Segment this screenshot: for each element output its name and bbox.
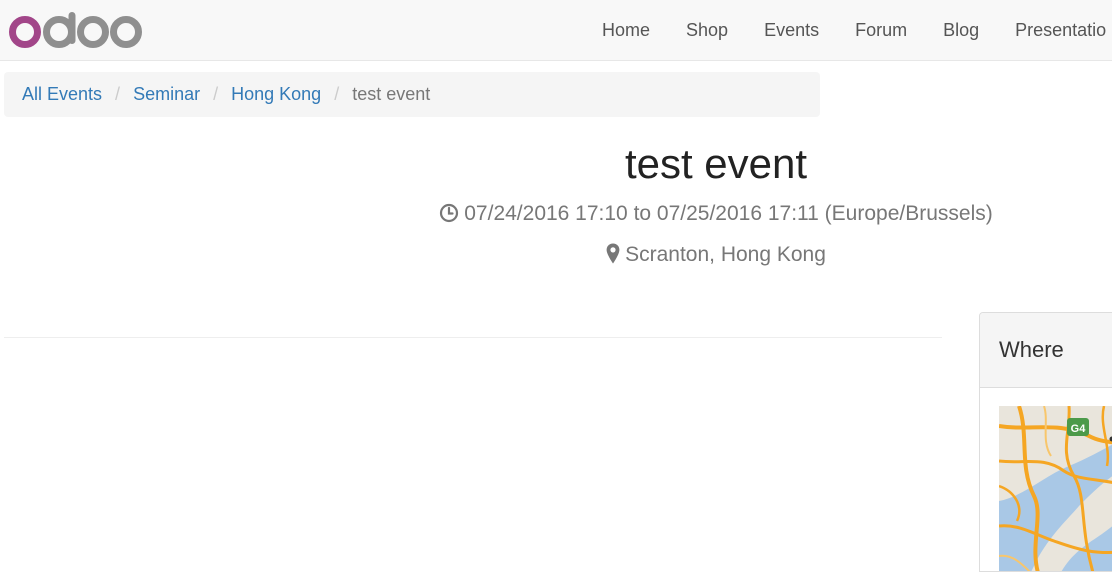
main-menu: Home Shop Events Forum Blog Presentatio [584,0,1112,60]
location-map[interactable]: G4 [999,406,1112,572]
top-navbar: Home Shop Events Forum Blog Presentatio [0,0,1112,61]
breadcrumb-all-events[interactable]: All Events [22,84,102,105]
clock-icon [439,203,459,223]
breadcrumb: All Events / Seminar / Hong Kong / test … [4,72,820,117]
breadcrumb-hong-kong[interactable]: Hong Kong [231,84,321,105]
event-date-text: 07/24/2016 17:10 to 07/25/2016 17:11 (Eu… [464,202,993,225]
where-panel: Where G4 [979,312,1112,572]
breadcrumb-separator: / [102,84,133,105]
nav-shop[interactable]: Shop [668,0,746,60]
event-date: 07/24/2016 17:10 to 07/25/2016 17:11 (Eu… [320,199,1112,229]
breadcrumb-current: test event [352,84,430,105]
breadcrumb-separator: / [321,84,352,105]
nav-presentations[interactable]: Presentatio [997,0,1112,60]
breadcrumb-separator: / [200,84,231,105]
event-location: Scranton, Hong Kong [320,240,1112,270]
map-badge-label: G4 [1071,423,1087,435]
event-title: test event [320,138,1112,190]
nav-events[interactable]: Events [746,0,837,60]
event-location-text: Scranton, Hong Kong [625,243,826,266]
breadcrumb-seminar[interactable]: Seminar [133,84,200,105]
divider [4,337,942,338]
map-marker-icon [606,243,620,264]
where-heading: Where [980,313,1112,388]
odoo-logo[interactable] [8,12,144,50]
nav-blog[interactable]: Blog [925,0,997,60]
nav-home[interactable]: Home [584,0,668,60]
nav-forum[interactable]: Forum [837,0,925,60]
